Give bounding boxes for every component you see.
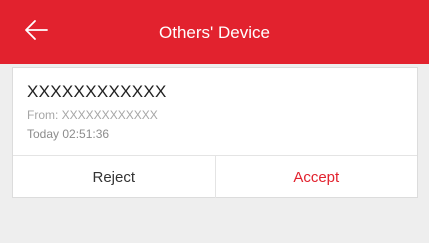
request-actions: Reject Accept: [13, 155, 417, 198]
request-timestamp: Today 02:51:36: [27, 127, 110, 141]
top-bar: Others' Device: [0, 0, 429, 64]
accept-button[interactable]: Accept: [216, 156, 418, 198]
from-account: From: XXXXXXXXXXXX: [27, 108, 158, 122]
device-name: XXXXXXXXXXXX: [27, 82, 167, 101]
share-request-card: XXXXXXXXXXXX From: XXXXXXXXXXXX Today 02…: [12, 67, 418, 198]
page-title: Others' Device: [159, 23, 270, 42]
reject-button[interactable]: Reject: [13, 156, 216, 198]
request-info: XXXXXXXXXXXX From: XXXXXXXXXXXX Today 02…: [13, 68, 417, 155]
